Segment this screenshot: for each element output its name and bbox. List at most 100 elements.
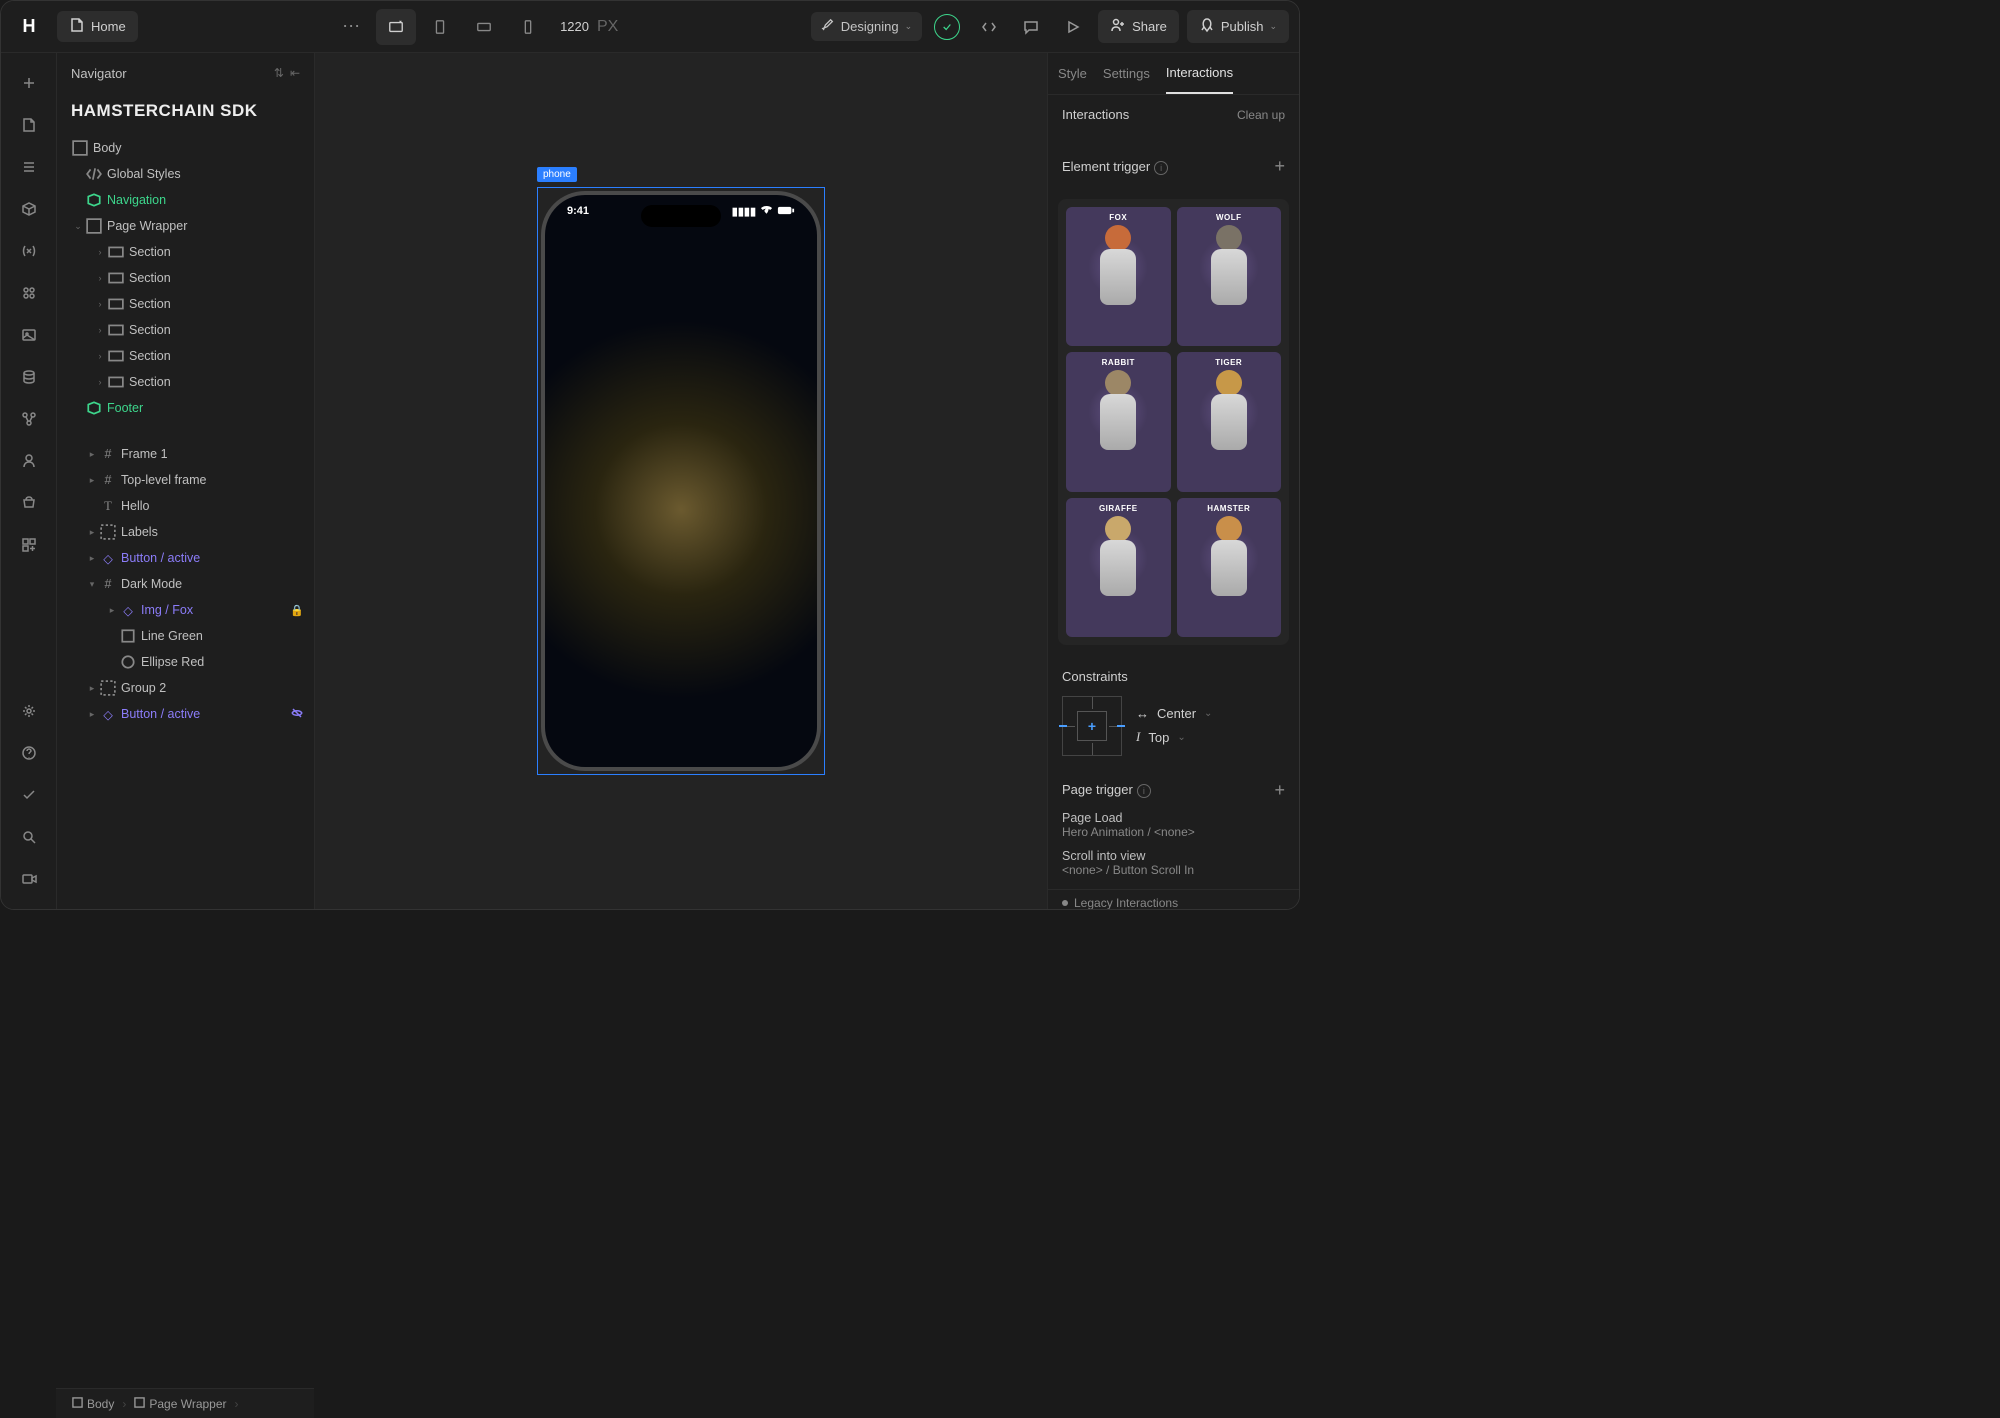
device-tablet-button[interactable] xyxy=(420,9,460,45)
device-landscape-button[interactable] xyxy=(464,9,504,45)
add-page-trigger[interactable]: + xyxy=(1274,780,1285,801)
info-icon[interactable]: i xyxy=(1137,784,1151,798)
tree-navigation[interactable]: Navigation xyxy=(57,187,314,213)
tree-group2[interactable]: ▸Group 2 xyxy=(57,675,314,701)
tree-section[interactable]: ›Section xyxy=(57,291,314,317)
add-element-trigger[interactable]: + xyxy=(1274,156,1285,177)
app-logo[interactable]: H xyxy=(11,9,47,45)
tree-button-active[interactable]: ▸◇Button / active xyxy=(57,545,314,571)
mode-dropdown[interactable]: Designing ⌄ xyxy=(811,12,922,41)
chevron-right-icon[interactable]: ▸ xyxy=(85,709,99,720)
chevron-right-icon[interactable]: ▸ xyxy=(85,527,99,538)
scroll-detail: <none> / Button Scroll In xyxy=(1062,863,1285,877)
tree-section[interactable]: ›Section xyxy=(57,343,314,369)
tree-labels[interactable]: ▸Labels xyxy=(57,519,314,545)
tab-interactions[interactable]: Interactions xyxy=(1166,65,1233,94)
tree-global-styles[interactable]: Global Styles xyxy=(57,161,314,187)
tree-top-level-frame[interactable]: ▸#Top-level frame xyxy=(57,467,314,493)
status-check[interactable] xyxy=(930,10,964,44)
hidden-icon[interactable] xyxy=(290,706,304,723)
collapse-icon[interactable]: ⇤ xyxy=(290,66,300,80)
comment-button[interactable] xyxy=(1014,10,1048,44)
trigger-tiger[interactable]: TIGER xyxy=(1177,352,1282,491)
chevron-right-icon[interactable]: ▸ xyxy=(85,683,99,694)
tree-hello[interactable]: THello xyxy=(57,493,314,519)
sort-icon[interactable]: ⇅ xyxy=(274,66,284,80)
trigger-fox[interactable]: FOX xyxy=(1066,207,1171,346)
users-button[interactable] xyxy=(9,441,49,481)
constraints-control[interactable]: + xyxy=(1062,696,1122,756)
tree-section[interactable]: ›Section xyxy=(57,265,314,291)
legacy-interactions[interactable]: Legacy Interactions xyxy=(1048,889,1299,909)
pages-button[interactable] xyxy=(9,105,49,145)
apps-button[interactable] xyxy=(9,525,49,565)
tab-style[interactable]: Style xyxy=(1058,66,1087,93)
canvas[interactable]: phone 9:41 ▮▮▮▮ xyxy=(315,53,1047,909)
search-button[interactable] xyxy=(9,817,49,857)
assets-button[interactable] xyxy=(9,315,49,355)
chevron-right-icon[interactable]: › xyxy=(93,247,107,257)
cms-button[interactable] xyxy=(9,357,49,397)
chevron-right-icon[interactable]: › xyxy=(93,325,107,335)
chevron-right-icon[interactable]: › xyxy=(93,299,107,309)
share-button[interactable]: Share xyxy=(1098,10,1179,43)
cleanup-button[interactable]: Clean up xyxy=(1237,108,1285,122)
trigger-giraffe[interactable]: GIRAFFE xyxy=(1066,498,1171,637)
tree-section[interactable]: ›Section xyxy=(57,239,314,265)
tree-section[interactable]: ›Section xyxy=(57,369,314,395)
component-icon xyxy=(85,192,103,208)
publish-button[interactable]: Publish ⌄ xyxy=(1187,10,1289,43)
add-button[interactable] xyxy=(9,63,49,103)
layers-button[interactable] xyxy=(9,147,49,187)
trigger-wolf[interactable]: WOLF xyxy=(1177,207,1282,346)
tree-body[interactable]: Body xyxy=(57,135,314,161)
tree-section[interactable]: ›Section xyxy=(57,317,314,343)
styles-button[interactable] xyxy=(9,273,49,313)
more-button[interactable]: ⋯ xyxy=(330,16,372,37)
device-mobile-button[interactable] xyxy=(508,9,548,45)
chevron-right-icon[interactable]: ▸ xyxy=(85,475,99,486)
lock-icon[interactable]: 🔒 xyxy=(290,604,304,617)
trigger-rabbit[interactable]: RABBIT xyxy=(1066,352,1171,491)
viewport-width[interactable]: 1220 xyxy=(560,19,589,34)
chevron-right-icon[interactable]: › xyxy=(93,351,107,361)
character-illustration xyxy=(1100,370,1136,450)
tree-page-wrapper[interactable]: ⌄ Page Wrapper xyxy=(57,213,314,239)
chevron-down-icon[interactable]: ▾ xyxy=(85,579,99,590)
tree-frame1[interactable]: ▸#Frame 1 xyxy=(57,441,314,467)
tree-button-active-2[interactable]: ▸◇Button / active xyxy=(57,701,314,727)
logic-button[interactable] xyxy=(9,399,49,439)
help-button[interactable] xyxy=(9,733,49,773)
play-button[interactable] xyxy=(1056,10,1090,44)
chevron-right-icon[interactable]: › xyxy=(93,273,107,283)
chevron-down-icon[interactable]: ⌄ xyxy=(71,221,85,232)
tree-footer[interactable]: Footer xyxy=(57,395,314,421)
frame-icon: # xyxy=(99,473,117,487)
chevron-right-icon[interactable]: ▸ xyxy=(85,449,99,460)
home-button[interactable]: Home xyxy=(57,11,138,42)
tree-dark-mode[interactable]: ▾#Dark Mode xyxy=(57,571,314,597)
scroll-into-view-label[interactable]: Scroll into view xyxy=(1062,849,1285,863)
video-button[interactable] xyxy=(9,859,49,899)
tree-line-green[interactable]: Line Green xyxy=(57,623,314,649)
section-icon xyxy=(107,322,125,338)
audit-button[interactable] xyxy=(9,775,49,815)
constraint-horizontal[interactable]: ↔ Center ⌄ xyxy=(1136,702,1285,725)
tree-ellipse-red[interactable]: Ellipse Red xyxy=(57,649,314,675)
tab-settings[interactable]: Settings xyxy=(1103,66,1150,93)
info-icon[interactable]: i xyxy=(1154,161,1168,175)
tree-img-fox[interactable]: ▸◇Img / Fox🔒 xyxy=(57,597,314,623)
ecommerce-button[interactable] xyxy=(9,483,49,523)
settings-button[interactable] xyxy=(9,691,49,731)
constraint-vertical[interactable]: I Top ⌄ xyxy=(1136,725,1285,749)
code-button[interactable] xyxy=(972,10,1006,44)
page-load-label[interactable]: Page Load xyxy=(1062,811,1285,825)
chevron-right-icon[interactable]: ▸ xyxy=(85,553,99,564)
chevron-right-icon[interactable]: ▸ xyxy=(105,605,119,616)
phone-frame[interactable]: 9:41 ▮▮▮▮ xyxy=(541,191,821,771)
variables-button[interactable] xyxy=(9,231,49,271)
device-auto-button[interactable] xyxy=(376,9,416,45)
components-button[interactable] xyxy=(9,189,49,229)
chevron-right-icon[interactable]: › xyxy=(93,377,107,387)
trigger-hamster[interactable]: HAMSTER xyxy=(1177,498,1282,637)
